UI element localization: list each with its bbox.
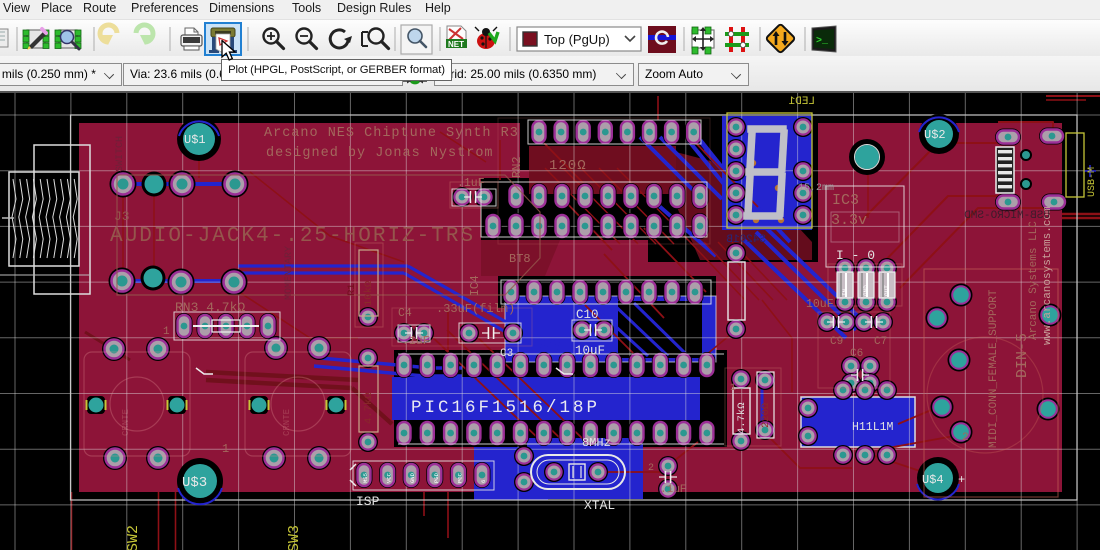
svg-text:U$2: U$2 bbox=[924, 128, 946, 142]
svg-text:C3: C3 bbox=[500, 348, 513, 360]
svg-text:NET: NET bbox=[448, 40, 464, 49]
svg-text:C9: C9 bbox=[830, 336, 843, 348]
svg-text:I - 0: I - 0 bbox=[836, 248, 875, 263]
svg-text:10uF: 10uF bbox=[806, 298, 834, 311]
svg-text:GND: GND bbox=[409, 472, 416, 483]
svg-text:10kΩ: 10kΩ bbox=[363, 281, 375, 306]
svg-text:8MHz: 8MHz bbox=[582, 436, 611, 450]
svg-text:RN2: RN2 bbox=[510, 156, 524, 178]
svg-text:IN: IN bbox=[842, 288, 849, 296]
svg-text:C10: C10 bbox=[576, 308, 599, 322]
svg-text:C7: C7 bbox=[874, 336, 887, 348]
svg-text:PGC: PGC bbox=[456, 472, 463, 483]
svg-text:VCC: VCC bbox=[386, 472, 393, 483]
svg-text:H11L1M: H11L1M bbox=[852, 421, 894, 434]
svg-text:U$1: U$1 bbox=[184, 133, 206, 147]
svg-text:2: 2 bbox=[962, 432, 969, 444]
svg-text:MOMENTARY: MOMENTARY bbox=[284, 246, 295, 300]
svg-text:120Ω: 120Ω bbox=[549, 158, 587, 174]
svg-text:MIDI_CONN_FEMALE_SUPPORT: MIDI_CONN_FEMALE_SUPPORT bbox=[988, 289, 1000, 448]
svg-text:XTAL: XTAL bbox=[584, 498, 615, 513]
svg-text:10uF: 10uF bbox=[575, 344, 605, 358]
svg-text:PGD: PGD bbox=[433, 472, 440, 483]
svg-text:.33uF(film): .33uF(film) bbox=[436, 302, 515, 316]
svg-text:1: 1 bbox=[730, 383, 736, 394]
svg-text:Top (PgUp): Top (PgUp) bbox=[544, 32, 610, 47]
svg-text:ISP: ISP bbox=[356, 494, 380, 509]
svg-text:SW3: SW3 bbox=[286, 525, 303, 550]
svg-text:>_: >_ bbox=[816, 36, 829, 47]
svg-text:PIC16F1516/18P: PIC16F1516/18P bbox=[411, 398, 600, 418]
svg-text:www.arcanosystems.com: www.arcanosystems.com bbox=[1042, 206, 1054, 345]
svg-text:220Ω: 220Ω bbox=[760, 403, 772, 428]
svg-text:SW2: SW2 bbox=[125, 525, 142, 550]
svg-text:1: 1 bbox=[222, 442, 229, 456]
svg-text:4.7kΩ: 4.7kΩ bbox=[736, 402, 748, 434]
svg-text:Arcano Systems LLC: Arcano Systems LLC bbox=[1028, 221, 1040, 340]
svg-text:designed by Jonas Nystrom: designed by Jonas Nystrom bbox=[266, 146, 494, 161]
svg-text:SWITCH: SWITCH bbox=[115, 136, 126, 172]
svg-text:OUT: OUT bbox=[884, 285, 891, 296]
svg-text:USB-MICRO-SMD: USB-MICRO-SMD bbox=[964, 210, 1050, 222]
svg-text:S4201B: S4201B bbox=[726, 234, 766, 246]
svg-text:IC3: IC3 bbox=[832, 192, 859, 209]
svg-text:IC4: IC4 bbox=[469, 275, 482, 296]
svg-text:4.7kΩ: 4.7kΩ bbox=[363, 392, 375, 424]
svg-text:LED1: LED1 bbox=[788, 96, 815, 108]
svg-text:AUDIO-JACK4-.25-HORIZ-TRS: AUDIO-JACK4-.25-HORIZ-TRS bbox=[110, 225, 475, 248]
svg-text:.1uF: .1uF bbox=[402, 335, 430, 348]
svg-text:GND: GND bbox=[863, 285, 870, 296]
svg-text:.1uF: .1uF bbox=[660, 484, 686, 496]
svg-text:CRNTE: CRNTE bbox=[121, 409, 131, 436]
svg-text:C6: C6 bbox=[850, 348, 863, 360]
svg-text:15,2mm: 15,2mm bbox=[798, 183, 834, 194]
svg-text:USB-M: USB-M bbox=[1087, 167, 1098, 197]
svg-text:Arcano NES Chiptune Synth R3: Arcano NES Chiptune Synth R3 bbox=[264, 126, 519, 141]
svg-text:U$4: U$4 bbox=[922, 473, 944, 487]
svg-text:R1: R1 bbox=[346, 283, 358, 296]
svg-text:CRNTE: CRNTE bbox=[282, 409, 292, 436]
svg-text:1: 1 bbox=[163, 326, 170, 338]
svg-text:U$3: U$3 bbox=[182, 475, 207, 491]
svg-text:+: + bbox=[958, 473, 965, 487]
svg-text:RN3 4.7kΩ: RN3 4.7kΩ bbox=[175, 300, 245, 315]
svg-text:3.3v: 3.3v bbox=[831, 212, 867, 229]
svg-text:6: 6 bbox=[480, 480, 487, 483]
svg-text:.1uF: .1uF bbox=[457, 177, 485, 190]
svg-text:MS5: MS5 bbox=[362, 473, 369, 483]
svg-text:C4: C4 bbox=[398, 307, 412, 320]
svg-text:J3: J3 bbox=[114, 209, 130, 224]
svg-text:BT8: BT8 bbox=[509, 252, 531, 266]
svg-text:2: 2 bbox=[648, 463, 654, 474]
